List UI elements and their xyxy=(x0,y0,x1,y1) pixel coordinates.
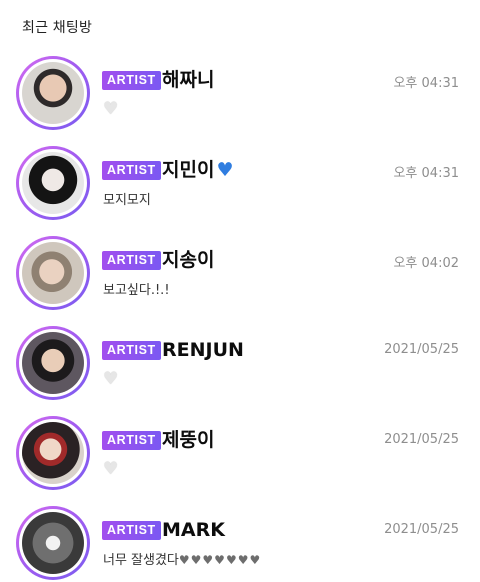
chat-room-item[interactable]: ARTIST 지송이 오후 04:02 보고싶다.!.! xyxy=(0,232,480,322)
chat-name: MARK xyxy=(162,519,225,541)
chat-preview: ♥ xyxy=(103,369,118,389)
chat-time: 오후 04:31 xyxy=(393,166,459,181)
chat-time: 2021/05/25 xyxy=(384,522,459,537)
avatar-photo xyxy=(22,332,84,394)
chat-name: RENJUN xyxy=(162,339,244,361)
artist-badge: ARTIST xyxy=(102,161,161,180)
chat-preview: 너무 잘생겼다♥♥♥♥♥♥♥ xyxy=(103,549,261,568)
white-heart-icon: ♥ xyxy=(103,99,119,119)
chat-preview: ♥ xyxy=(103,99,118,119)
chat-time: 2021/05/25 xyxy=(384,432,459,447)
chat-name: 지민이 ♥ xyxy=(162,158,234,182)
black-hearts-icon: ♥♥♥♥♥♥♥ xyxy=(178,553,262,567)
section-title: 최근 채팅방 xyxy=(22,20,93,36)
avatar[interactable] xyxy=(16,146,90,220)
chat-name: 제뚱이 xyxy=(162,429,215,451)
avatar-photo xyxy=(22,422,84,484)
avatar-photo xyxy=(22,242,84,304)
artist-badge: ARTIST xyxy=(102,71,161,90)
avatar-photo xyxy=(22,62,84,124)
chat-name: 해짜니 xyxy=(162,69,215,91)
blue-heart-icon: ♥ xyxy=(216,159,234,181)
chat-time: 2021/05/25 xyxy=(384,342,459,357)
chat-time: 오후 04:31 xyxy=(393,76,459,91)
white-heart-icon: ♥ xyxy=(103,459,119,479)
white-heart-icon: ♥ xyxy=(103,369,119,389)
chat-preview: 모지모지 xyxy=(103,193,151,208)
avatar[interactable] xyxy=(16,506,90,580)
chat-room-item[interactable]: ARTIST 제뚱이 2021/05/25 ♥ xyxy=(0,412,480,502)
chat-name-text: 지민이 xyxy=(162,159,215,181)
chat-room-item[interactable]: ARTIST 해짜니 오후 04:31 ♥ xyxy=(0,52,480,142)
chat-preview-text: 너무 잘생겼다 xyxy=(103,553,179,568)
avatar[interactable] xyxy=(16,326,90,400)
chat-preview: ♥ xyxy=(103,459,118,479)
chat-room-item[interactable]: ARTIST RENJUN 2021/05/25 ♥ xyxy=(0,322,480,412)
chat-preview: 보고싶다.!.! xyxy=(103,283,170,298)
avatar[interactable] xyxy=(16,236,90,310)
artist-badge: ARTIST xyxy=(102,341,161,360)
avatar-photo xyxy=(22,512,84,574)
artist-badge: ARTIST xyxy=(102,521,161,540)
chat-room-item[interactable]: ARTIST MARK 2021/05/25 너무 잘생겼다♥♥♥♥♥♥♥ xyxy=(0,502,480,582)
artist-badge: ARTIST xyxy=(102,431,161,450)
avatar[interactable] xyxy=(16,416,90,490)
chat-name: 지송이 xyxy=(162,249,215,271)
chat-time: 오후 04:02 xyxy=(393,256,459,271)
chat-room-item[interactable]: ARTIST 지민이 ♥ 오후 04:31 모지모지 xyxy=(0,142,480,232)
avatar-photo xyxy=(22,152,84,214)
chat-list: ARTIST 해짜니 오후 04:31 ♥ ARTIST 지민이 ♥ 오후 04:… xyxy=(0,52,480,582)
artist-badge: ARTIST xyxy=(102,251,161,270)
avatar[interactable] xyxy=(16,56,90,130)
